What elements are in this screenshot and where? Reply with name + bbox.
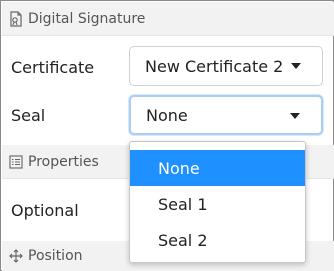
dropdown-option-none[interactable]: None (130, 150, 305, 186)
chevron-down-icon (290, 113, 300, 119)
digital-signature-panel: Digital Signature Certificate New Certif… (0, 0, 334, 271)
seal-label: Seal (11, 106, 46, 125)
seal-dropdown-menu: None Seal 1 Seal 2 (129, 141, 306, 263)
seal-select[interactable]: None (129, 95, 323, 135)
certificate-select[interactable]: New Certificate 2 (129, 46, 323, 86)
section-header-digital-signature[interactable]: Digital Signature (2, 2, 334, 36)
chevron-down-icon (291, 63, 301, 69)
seal-value: None (146, 105, 188, 125)
section-title: Digital Signature (28, 10, 146, 27)
list-icon (8, 154, 24, 170)
section-title: Properties (28, 153, 99, 170)
dropdown-option-seal-1[interactable]: Seal 1 (130, 186, 305, 222)
certificate-value: New Certificate 2 (145, 56, 284, 76)
section-title: Position (28, 248, 83, 264)
move-arrows-icon (8, 248, 24, 264)
certificate-label: Certificate (11, 58, 95, 77)
dropdown-option-seal-2[interactable]: Seal 2 (130, 222, 305, 258)
document-seal-icon (8, 10, 24, 27)
optional-label: Optional (11, 201, 79, 220)
